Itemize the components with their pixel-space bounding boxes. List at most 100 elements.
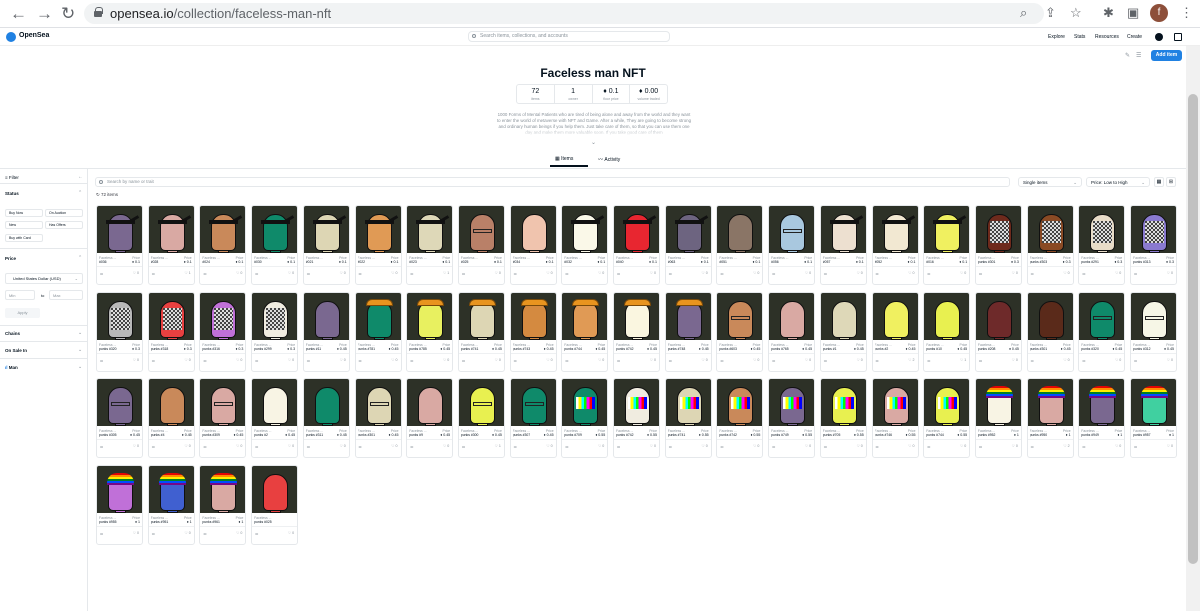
card-more-icon[interactable]: ••• [152,531,155,536]
nft-image[interactable] [975,206,1021,253]
card-favorite[interactable]: ♡ 0 [908,271,914,275]
card-favorite[interactable]: ♡ 1 [495,444,501,448]
card-more-icon[interactable]: ••• [1134,358,1137,363]
account-icon[interactable] [1155,33,1163,41]
nft-card[interactable]: Faceless ... punks #949 Price ♦ 1 ••• ♡ 0 [1078,378,1126,458]
card-more-icon[interactable]: ••• [824,271,827,276]
card-more-icon[interactable]: ••• [772,271,775,276]
nft-image[interactable] [97,292,142,340]
card-more-icon[interactable]: ••• [669,271,672,276]
card-favorite[interactable]: ♡ 0 [391,444,397,448]
card-more-icon[interactable]: ••• [824,358,827,363]
nft-image[interactable] [252,465,298,513]
nft-card[interactable]: Faceless ... punks #743 Price ♦ 0.45 ••• ♡ 0 [509,291,557,372]
nft-image[interactable] [200,379,246,426]
card-favorite[interactable]: ♡ 0 [495,358,501,362]
nft-card[interactable]: Faceless ... punks #9 Price ♦ 0.45 ••• ♡ 0 [406,378,454,458]
nft-card[interactable]: Faceless ... punks #742 Price ♦ 0.55 ••• ♡ 0 [613,378,660,458]
card-more-icon[interactable]: ••• [462,271,465,276]
card-favorite[interactable]: ♡ 0 [236,444,242,448]
nft-image[interactable] [820,379,866,426]
chevron-down-icon[interactable]: ⌄ [78,347,82,353]
edit-pencil-icon[interactable]: ✎ [1125,52,1130,59]
side-panel-icon[interactable]: ▣ [1127,5,1139,21]
card-more-icon[interactable]: ••• [255,271,258,276]
card-favorite[interactable]: ♡ 0 [184,444,190,448]
card-more-icon[interactable]: ••• [772,444,775,449]
nft-image[interactable] [1027,379,1073,426]
nft-image[interactable] [924,292,970,340]
nft-image[interactable] [562,292,608,340]
card-favorite[interactable]: ♡ 0 [340,444,346,448]
card-favorite[interactable]: ♡ 0 [598,271,604,275]
stat-items[interactable]: 72 items [517,85,555,103]
nft-image[interactable] [252,206,298,253]
nft-card[interactable]: Faceless ... punks #742 Price ♦ 0.45 ••• ♡ 0 [613,291,660,372]
card-favorite[interactable]: ♡ 0 [340,271,346,275]
card-more-icon[interactable]: ••• [979,271,982,276]
opensea-logo-icon[interactable] [6,32,16,42]
nft-card[interactable]: Faceless ... #030 Price ♦ 0.1 ••• ♡ 0 [251,205,299,285]
back-icon[interactable]: ← [10,5,27,22]
nft-card[interactable]: Faceless ... #051 Price ♦ 0.1 ••• ♡ 0 [716,205,764,285]
address-bar[interactable]: opensea.io/collection/faceless-man-nft [84,3,1044,24]
card-more-icon[interactable]: ••• [255,531,258,536]
nft-card[interactable]: Faceless ... punks #705 Price ♦ 0.55 ••• ♡ 0 [819,378,867,458]
price-max-input[interactable]: Max [49,290,83,300]
card-favorite[interactable]: ♡ 0 [1167,444,1173,448]
card-more-icon[interactable]: ••• [1134,444,1137,449]
nft-card[interactable]: Faceless ... #057 Price ♦ 0.1 ••• ♡ 0 [819,205,867,285]
item-type-select[interactable]: Single items ⌄ [1018,177,1082,187]
card-favorite[interactable]: ♡ 0 [236,271,242,275]
card-favorite[interactable]: ♡ 0 [236,358,242,362]
price-min-input[interactable]: Min [5,290,35,300]
nft-image[interactable] [769,379,815,426]
card-more-icon[interactable]: ••• [307,271,310,276]
nft-image[interactable] [355,292,401,340]
nft-card[interactable]: Faceless ... punks #957 Price ♦ 1 ••• ♡ 0 [1130,378,1177,458]
man-trait-section[interactable]: ıl Man [5,365,18,370]
card-more-icon[interactable]: ••• [979,444,982,449]
nft-card[interactable]: Faceless ... #034 Price ♦ 0.1 ••• ♡ 0 [509,205,557,285]
nft-card[interactable]: Faceless ... punks #208 Price ♦ 0.45 ••• ♡ 0 [974,291,1022,372]
card-more-icon[interactable]: ••• [772,358,775,363]
card-favorite[interactable]: ♡ 0 [1012,444,1018,448]
nft-card[interactable]: Faceless ... punks #744 Price ♦ 0.55 ••• ♡ 0 [923,378,971,458]
nft-card[interactable]: Faceless ... #023 Price ♦ 0.1 ••• ♡ 1 [406,205,454,285]
nft-card[interactable]: Faceless ... punks #300 Price ♦ 0.45 ••• ♡ 1 [457,378,505,458]
nft-card[interactable]: Faceless ... punks #950 Price ♦ 1 ••• ♡ 2 [1026,378,1074,458]
nft-image[interactable] [252,379,298,426]
card-more-icon[interactable]: ••• [669,358,672,363]
nft-card[interactable]: Faceless ... punks #305 Price ♦ 0.45 ••• ♡ 0 [96,378,143,458]
nft-card[interactable]: Faceless ... #052 Price ♦ 0.1 ••• ♡ 0 [871,205,919,285]
nft-image[interactable] [1079,206,1125,253]
card-more-icon[interactable]: ••• [1082,444,1085,449]
forward-icon[interactable]: → [36,5,53,22]
card-more-icon[interactable]: ••• [1031,358,1034,363]
nft-image[interactable] [1027,206,1073,253]
card-favorite[interactable]: ♡ 0 [960,444,966,448]
scrollbar-thumb[interactable] [1188,94,1198,564]
nft-image[interactable] [717,206,763,253]
card-favorite[interactable]: ♡ 1 [960,358,966,362]
card-more-icon[interactable]: ••• [359,444,362,449]
card-favorite[interactable]: ♡ 0 [960,271,966,275]
nft-image[interactable] [148,379,194,426]
nft-card[interactable]: Faceless ... punks #1 Price ♦ 0.45 ••• ♡ 0 [819,291,867,372]
card-more-icon[interactable]: ••• [1031,444,1034,449]
price-section[interactable]: Price [5,256,16,261]
card-favorite[interactable]: ♡ 0 [288,358,294,362]
nft-card[interactable]: Faceless ... punks #961 Price ♦ 1 ••• ♡ 0 [199,464,247,545]
card-favorite[interactable]: ♡ 0 [753,444,759,448]
card-favorite[interactable]: ♡ 0 [184,531,190,535]
card-favorite[interactable]: ♡ 0 [701,271,707,275]
nft-image[interactable] [148,465,194,513]
nft-card[interactable]: Faceless ... punks #749 Price ♦ 0.55 ••• ♡ 0 [768,378,816,458]
nav-resources[interactable]: Resources [1095,34,1119,40]
nft-card[interactable]: Faceless ... #028 Price ♦ 0.1 ••• ♡ 1 [147,205,195,285]
card-favorite[interactable]: ♡ 0 [598,444,604,448]
share-icon[interactable]: ⇪ [1045,5,1056,21]
card-favorite[interactable]: ♡ 0 [701,358,707,362]
card-more-icon[interactable]: ••• [255,358,258,363]
nft-card[interactable]: Faceless ... punks #303 Price ♦ 0.3 ••• ♡ 0 [1026,205,1074,285]
